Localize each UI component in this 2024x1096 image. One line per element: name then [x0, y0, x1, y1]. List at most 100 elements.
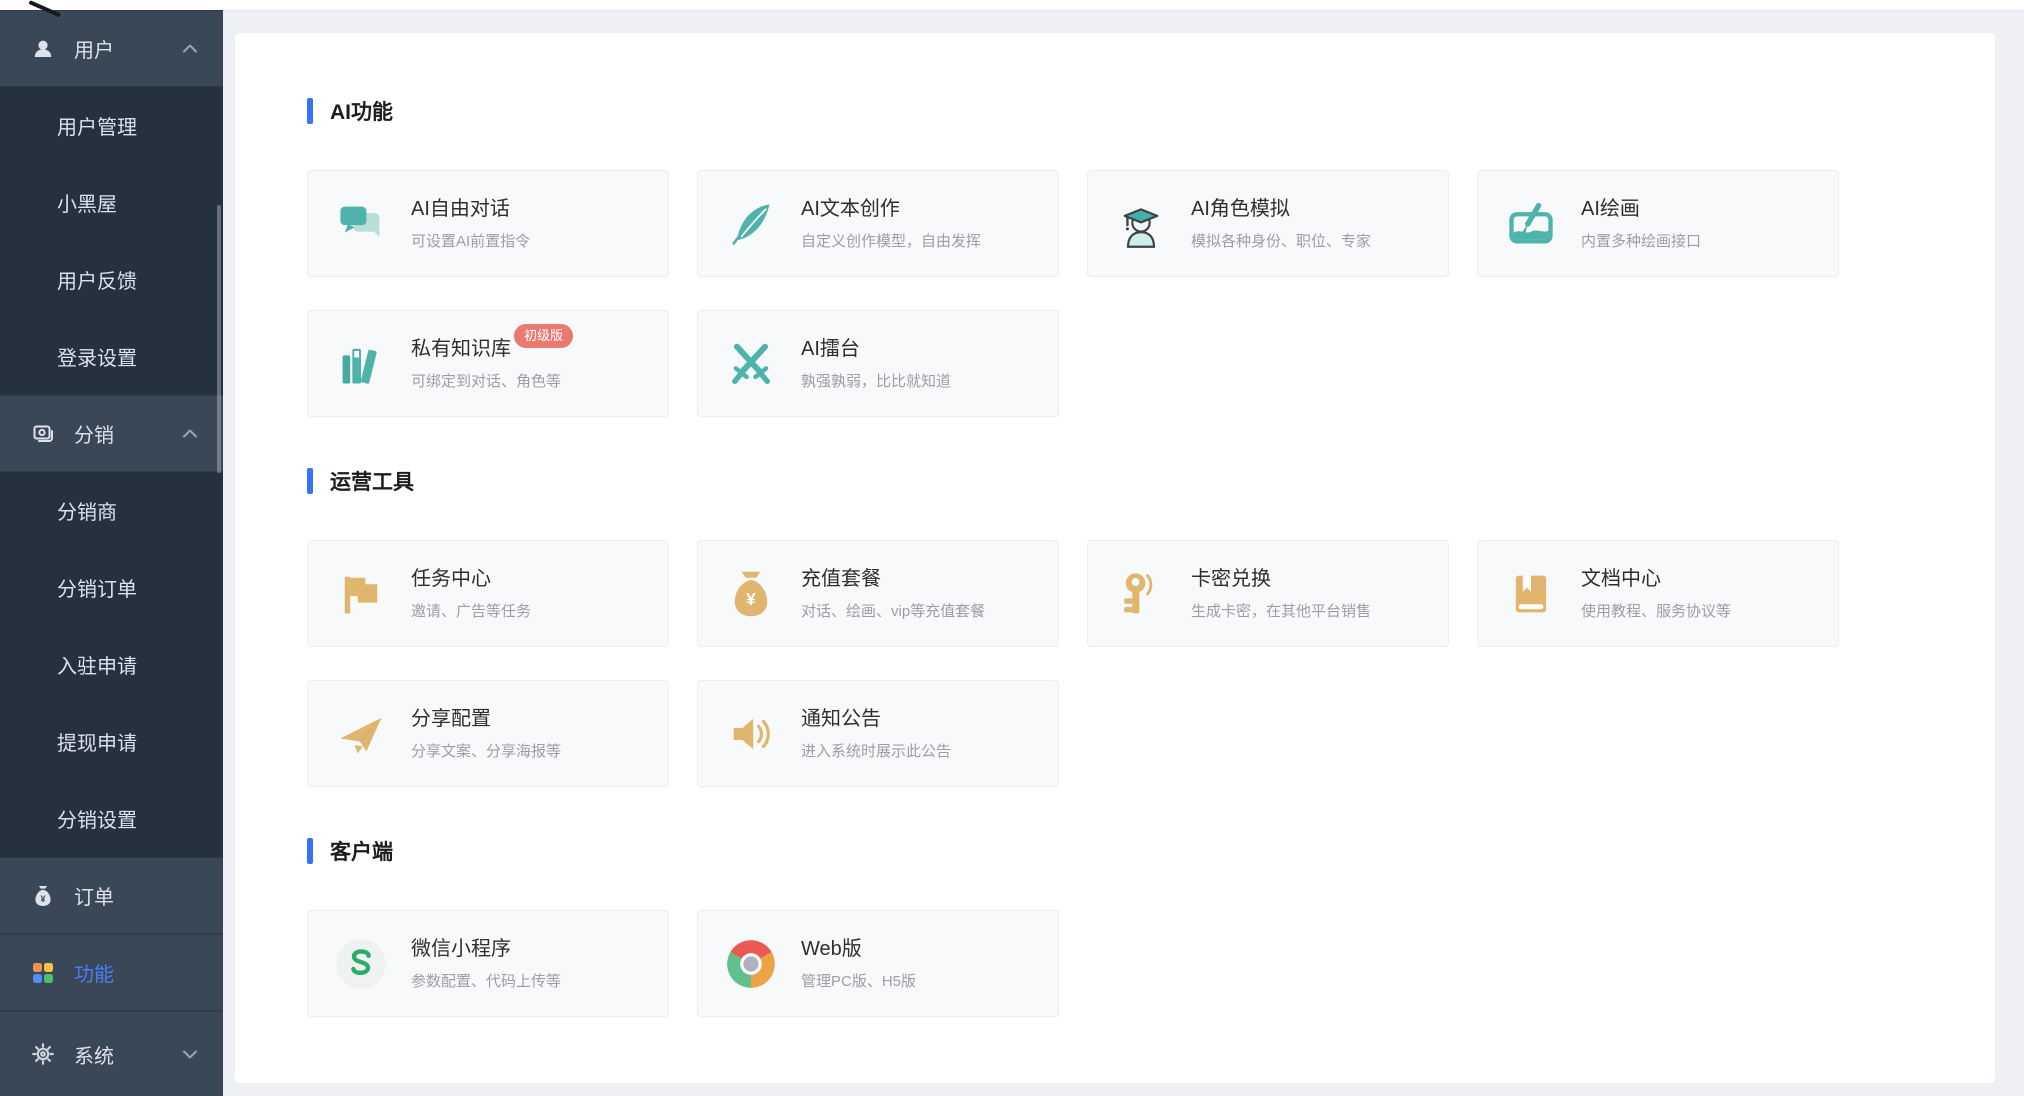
card-recharge-packages[interactable]: ¥ 充值套餐 对话、绘画、vip等充值套餐: [697, 540, 1059, 647]
paint-icon: [1505, 198, 1557, 250]
sidebar-label: 分销商: [57, 496, 117, 525]
svg-text:¥: ¥: [746, 588, 756, 608]
card-wechat-miniprogram[interactable]: 微信小程序 参数配置、代码上传等: [307, 910, 669, 1017]
card-ai-painting[interactable]: AI绘画 内置多种绘画接口: [1477, 170, 1839, 277]
sidebar-label: 系统: [74, 1040, 114, 1069]
section-accent-bar: [307, 98, 313, 124]
card-text: AI文本创作 自定义创作模型，自由发挥: [801, 197, 981, 251]
card-title: 私有知识库: [411, 337, 511, 361]
card-subtitle: 内置多种绘画接口: [1581, 230, 1701, 251]
card-share-config[interactable]: 分享配置 分享文案、分享海报等: [307, 680, 669, 787]
card-text: 卡密兑换 生成卡密，在其他平台销售: [1191, 567, 1371, 621]
card-ai-roleplay[interactable]: AI角色模拟 模拟各种身份、职位、专家: [1087, 170, 1449, 277]
card-subtitle: 使用教程、服务协议等: [1581, 600, 1731, 621]
sidebar-label: 用户: [74, 34, 114, 63]
graduate-icon: [1115, 198, 1167, 250]
card-title: 卡密兑换: [1191, 567, 1271, 591]
paper-plane-icon: [335, 708, 387, 760]
card-title: 任务中心: [411, 567, 491, 591]
sidebar-group-orders[interactable]: ¥ 订单: [0, 857, 223, 934]
chrome-icon: [725, 938, 777, 990]
sidebar-label: 分销: [74, 419, 114, 448]
wechat-miniprogram-icon: [335, 938, 387, 990]
sidebar-item-distributors[interactable]: 分销商: [0, 472, 223, 549]
gear-icon: [31, 1042, 55, 1066]
card-text: AI角色模拟 模拟各种身份、职位、专家: [1191, 197, 1371, 251]
card-web-version[interactable]: Web版 管理PC版、H5版: [697, 910, 1059, 1017]
section-accent-bar: [307, 468, 313, 494]
sidebar-item-login-settings[interactable]: 登录设置: [0, 318, 223, 395]
crossed-swords-icon: [725, 338, 777, 390]
card-ai-chat[interactable]: AI自由对话 可设置AI前置指令: [307, 170, 669, 277]
card-task-center[interactable]: 任务中心 邀请、广告等任务: [307, 540, 669, 647]
card-doc-center[interactable]: 文档中心 使用教程、服务协议等: [1477, 540, 1839, 647]
card-title: AI绘画: [1581, 197, 1640, 221]
sidebar-group-features[interactable]: 功能: [0, 934, 223, 1011]
card-title: 微信小程序: [411, 937, 511, 961]
card-title: AI角色模拟: [1191, 197, 1290, 221]
card-title: AI擂台: [801, 337, 860, 361]
sidebar-item-user-feedback[interactable]: 用户反馈: [0, 241, 223, 318]
card-title: Web版: [801, 937, 862, 961]
card-text: Web版 管理PC版、H5版: [801, 937, 916, 991]
sidebar-group-distribution[interactable]: 分销: [0, 395, 223, 472]
card-subtitle: 分享文案、分享海报等: [411, 740, 561, 761]
sidebar-group-system[interactable]: 系统: [0, 1011, 223, 1096]
sidebar-item-withdrawal-application[interactable]: 提现申请: [0, 703, 223, 780]
card-text: 私有知识库 初级版 可绑定到对话、角色等: [411, 337, 573, 391]
sidebar-item-distribution-orders[interactable]: 分销订单: [0, 549, 223, 626]
card-ai-writing[interactable]: AI文本创作 自定义创作模型，自由发挥: [697, 170, 1059, 277]
sidebar-item-entry-application[interactable]: 入驻申请: [0, 626, 223, 703]
flag-icon: [335, 568, 387, 620]
chevron-up-icon: [183, 429, 197, 438]
svg-text:¥: ¥: [40, 894, 45, 904]
sidebar: 用户 用户管理 小黑屋 用户反馈 登录设置 分销 分销商 分销订单 入驻申请 提…: [0, 10, 223, 1096]
card-text: 任务中心 邀请、广告等任务: [411, 567, 531, 621]
card-row: 微信小程序 参数配置、代码上传等 Web版 管理PC版、H5版: [307, 910, 1995, 1017]
card-title: 通知公告: [801, 707, 881, 731]
sidebar-item-user-management[interactable]: 用户管理: [0, 87, 223, 164]
section-title: 客户端: [330, 836, 393, 866]
card-subtitle: 参数配置、代码上传等: [411, 970, 561, 991]
card-ai-arena[interactable]: AI擂台 孰强孰弱，比比就知道: [697, 310, 1059, 417]
card-text: AI自由对话 可设置AI前置指令: [411, 197, 530, 251]
card-subtitle: 孰强孰弱，比比就知道: [801, 370, 951, 391]
section-header: 客户端: [307, 836, 1995, 866]
card-text: 通知公告 进入系统时展示此公告: [801, 707, 951, 761]
card-subtitle: 进入系统时展示此公告: [801, 740, 951, 761]
sidebar-label: 用户反馈: [57, 265, 137, 294]
card-announcement[interactable]: 通知公告 进入系统时展示此公告: [697, 680, 1059, 787]
feather-icon: [725, 198, 777, 250]
card-subtitle: 生成卡密，在其他平台销售: [1191, 600, 1371, 621]
top-strip: [0, 0, 2024, 10]
card-title: 充值套餐: [801, 567, 881, 591]
card-title: AI自由对话: [411, 197, 510, 221]
card-row: 任务中心 邀请、广告等任务 ¥ 充值套餐 对话、绘画、vip等充值套餐: [307, 540, 1995, 647]
card-text: 充值套餐 对话、绘画、vip等充值套餐: [801, 567, 985, 621]
sidebar-scrollbar[interactable]: [217, 205, 221, 473]
sidebar-label: 用户管理: [57, 111, 137, 140]
card-subtitle: 模拟各种身份、职位、专家: [1191, 230, 1371, 251]
sidebar-label: 小黑屋: [57, 188, 117, 217]
section-accent-bar: [307, 838, 313, 864]
card-knowledge-base[interactable]: 私有知识库 初级版 可绑定到对话、角色等: [307, 310, 669, 417]
main-area: AI功能 AI自由对话 可设置AI前置指令: [223, 10, 2024, 1096]
distribution-icon: [31, 422, 55, 446]
section-clients: 客户端 微信小程序 参数配置、代码上传等: [307, 836, 1995, 1017]
admin-app: 用户 用户管理 小黑屋 用户反馈 登录设置 分销 分销商 分销订单 入驻申请 提…: [0, 0, 2024, 1096]
card-row: 私有知识库 初级版 可绑定到对话、角色等 AI擂台 孰强孰弱，比比就知道: [307, 310, 1995, 417]
card-text: 微信小程序 参数配置、代码上传等: [411, 937, 561, 991]
card-title: AI文本创作: [801, 197, 900, 221]
sidebar-group-user[interactable]: 用户: [0, 10, 223, 87]
card-text: AI绘画 内置多种绘画接口: [1581, 197, 1701, 251]
card-text: 分享配置 分享文案、分享海报等: [411, 707, 561, 761]
sidebar-label: 功能: [74, 958, 114, 987]
section-title: 运营工具: [330, 466, 414, 496]
section-title: AI功能: [330, 96, 393, 126]
card-text: AI擂台 孰强孰弱，比比就知道: [801, 337, 951, 391]
sidebar-item-blackroom[interactable]: 小黑屋: [0, 164, 223, 241]
card-card-key-redeem[interactable]: 卡密兑换 生成卡密，在其他平台销售: [1087, 540, 1449, 647]
sidebar-item-distribution-settings[interactable]: 分销设置: [0, 780, 223, 857]
sidebar-label: 入驻申请: [57, 650, 137, 679]
card-subtitle: 对话、绘画、vip等充值套餐: [801, 600, 985, 621]
